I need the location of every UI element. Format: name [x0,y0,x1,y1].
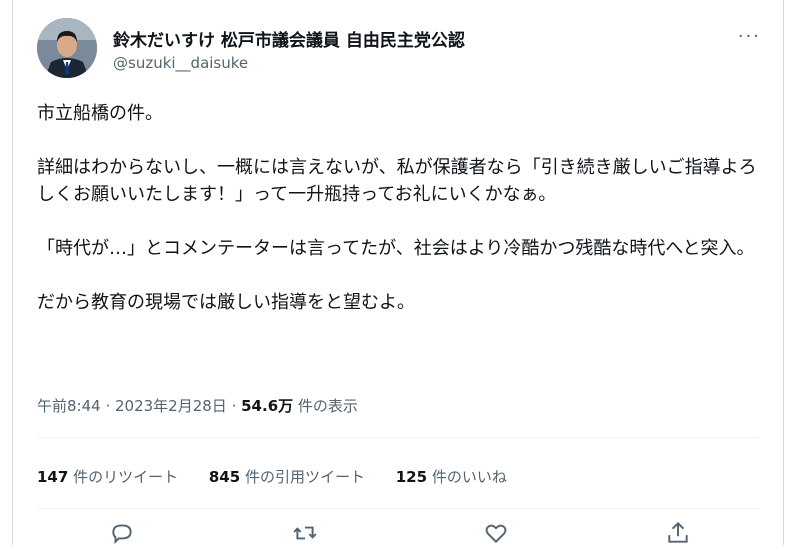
likes-label: 件のいいね [427,468,507,486]
likes-stat[interactable]: 125 件のいいね [396,468,507,486]
likes-count: 125 [395,468,428,486]
quotes-label: 件の引用ツイート [240,468,365,486]
divider [37,508,759,509]
share-icon[interactable] [665,520,695,550]
author-handle[interactable]: @suzuki__daisuke [113,54,248,72]
retweets-stat[interactable]: 147 件のリツイート [37,468,178,486]
heart-icon[interactable] [483,520,513,550]
reply-icon[interactable] [109,520,139,550]
tweet-paragraph: だから教育の現場では厳しい指導をと望むよ。 [37,292,415,313]
tweet-time[interactable]: 午前8:44 [37,397,101,415]
tweet-meta: 午前8:44 · 2023年2月28日 · 54.6万 件の表示 [37,395,358,416]
engagement-stats: 147 件のリツイート 845 件の引用ツイート 125 件のいいね [37,466,533,487]
tweet-paragraph: 詳細はわからないし、一概には言えないが、私が保護者なら「引き続き厳しいご指導よろ… [37,157,757,205]
quotes-count: 845 [208,468,241,486]
tweet-date[interactable]: 2023年2月28日 [115,397,227,415]
divider [37,437,759,438]
meta-separator: · [226,397,242,415]
avatar[interactable] [37,18,97,78]
tweet-text: 市立船橋の件。 詳細はわからないし、一概には言えないが、私が保護者なら「引き続き… [37,100,767,316]
tweet-card: 鈴木だいすけ 松戸市議会議員 自由民主党公認 @suzuki__daisuke … [12,0,784,545]
action-bar [13,520,783,550]
retweets-label: 件のリツイート [68,468,179,486]
retweets-count: 147 [37,468,69,486]
views-label: 件の表示 [293,397,358,415]
author-name[interactable]: 鈴木だいすけ 松戸市議会議員 自由民主党公認 [113,26,465,51]
quotes-stat[interactable]: 845 件の引用ツイート [209,468,365,486]
views-count: 54.6万 [241,397,294,415]
more-options-icon[interactable]: ··· [738,26,761,47]
meta-separator: · [100,397,115,415]
avatar-image [37,18,97,78]
tweet-paragraph: 市立船橋の件。 [37,103,163,124]
retweet-icon[interactable] [292,520,322,550]
tweet-paragraph: 「時代が…」とコメンテーターは言ってたが、社会はより冷酷かつ残酷な時代へと突入。 [37,238,755,259]
